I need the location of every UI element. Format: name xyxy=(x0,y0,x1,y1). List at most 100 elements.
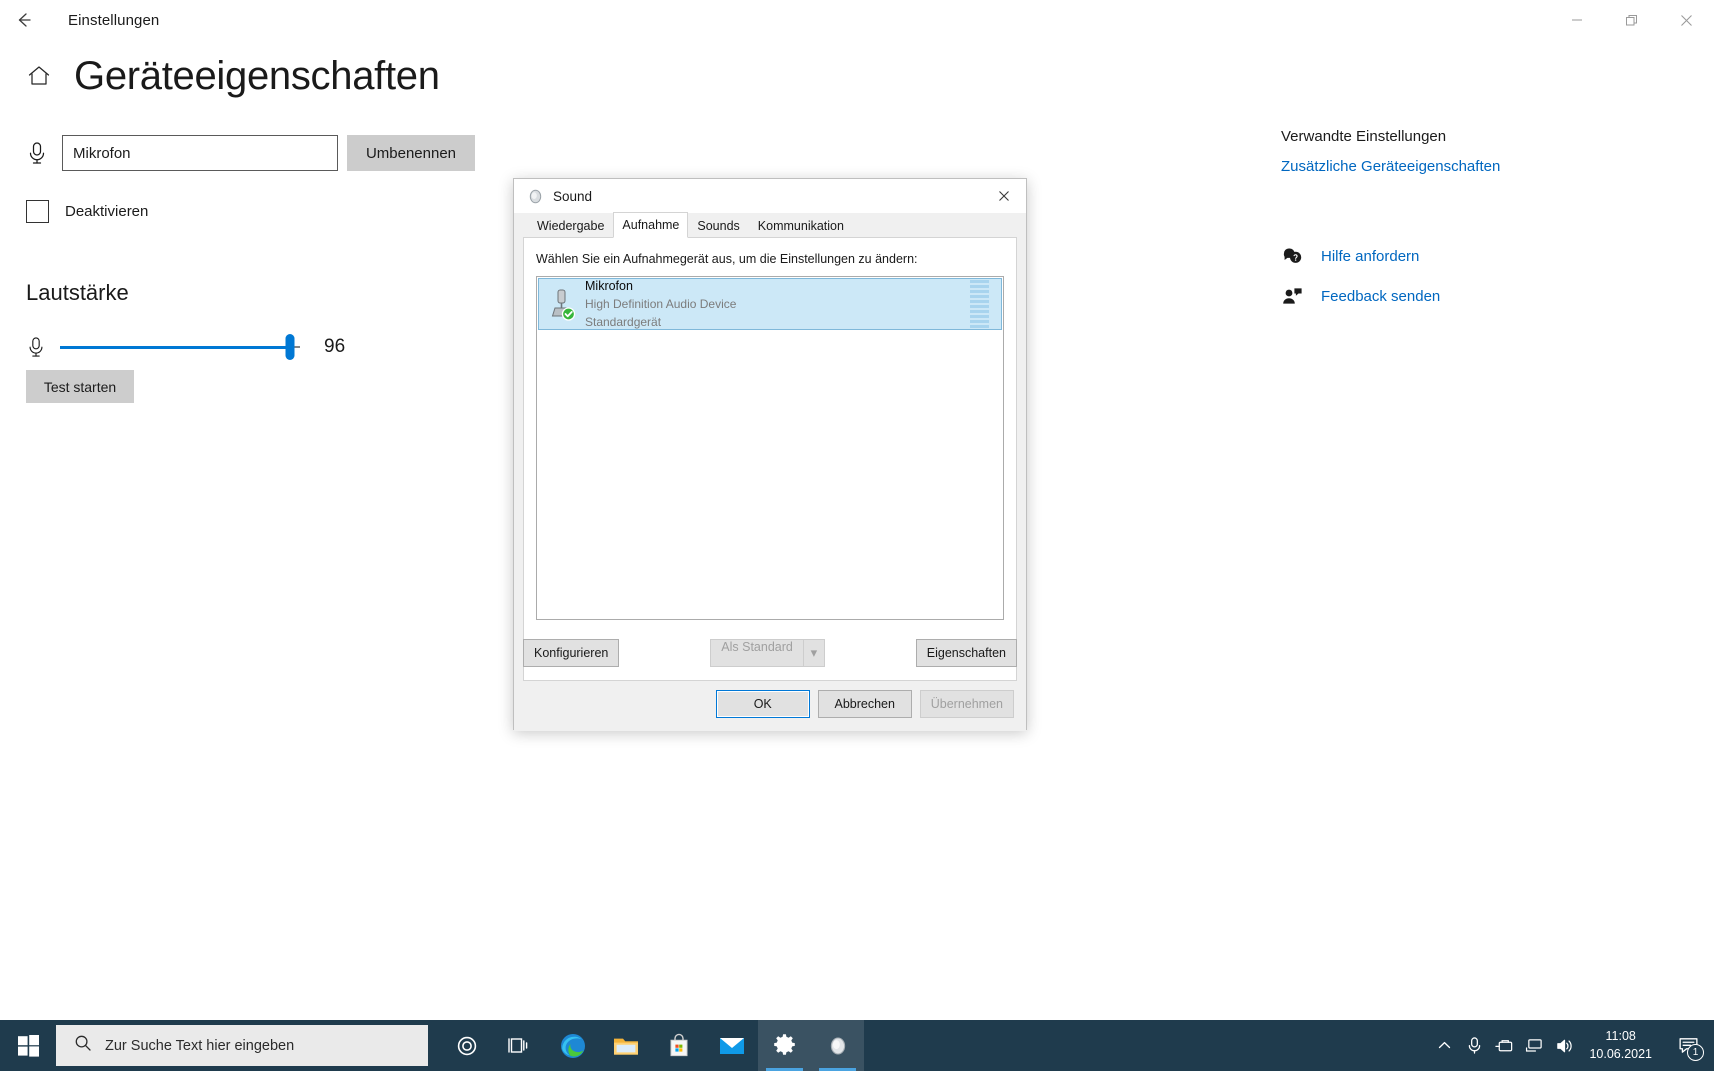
properties-button[interactable]: Eigenschaften xyxy=(916,639,1017,667)
taskbar-microsoft-store[interactable] xyxy=(652,1020,705,1071)
device-name-row: Umbenennen xyxy=(26,135,475,171)
sidebar-item-send-feedback[interactable]: Feedback senden xyxy=(1281,285,1681,307)
dialog-action-row: Konfigurieren Als Standard ▾ Eigenschaft… xyxy=(523,639,1017,667)
volume-slider-row: 96 xyxy=(26,330,345,364)
sidebar-support-group: Hilfe anfordern Feedback senden xyxy=(1281,245,1681,307)
set-default-button: Als Standard xyxy=(710,639,803,667)
sidebar-heading: Verwandte Einstellungen xyxy=(1281,128,1681,145)
volume-meter-segment xyxy=(970,325,989,328)
slider-fill xyxy=(60,346,290,349)
tab-kommunikation[interactable]: Kommunikation xyxy=(749,214,853,237)
disable-checkbox[interactable] xyxy=(26,200,49,223)
app-title: Einstellungen xyxy=(68,12,159,29)
system-tray: 11:08 10.06.2021 1 xyxy=(1429,1020,1714,1071)
close-button[interactable] xyxy=(1659,0,1714,40)
disable-label: Deaktivieren xyxy=(65,203,148,220)
search-placeholder: Zur Suche Text hier eingeben xyxy=(105,1038,294,1054)
search-icon xyxy=(74,1034,92,1057)
clock-date: 10.06.2021 xyxy=(1589,1046,1652,1064)
apply-button: Übernehmen xyxy=(920,690,1014,718)
dialog-title-bar: Sound xyxy=(514,179,1026,213)
removable-media-icon[interactable] xyxy=(1489,1020,1519,1071)
taskbar: Zur Suche Text hier eingeben xyxy=(0,1020,1714,1071)
recording-tab-panel: Wählen Sie ein Aufnahmegerät aus, um die… xyxy=(523,237,1017,681)
taskbar-cortana[interactable] xyxy=(440,1020,493,1071)
sidebar-item-label[interactable]: Hilfe anfordern xyxy=(1321,248,1419,265)
sound-speaker-icon xyxy=(527,188,544,205)
volume-meter-segment xyxy=(970,295,989,298)
device-driver: High Definition Audio Device xyxy=(585,297,736,311)
window-controls xyxy=(1549,0,1714,40)
volume-meter-segment xyxy=(970,280,989,283)
clock-time: 11:08 xyxy=(1606,1028,1636,1046)
start-test-button[interactable]: Test starten xyxy=(26,370,134,403)
recording-device-list[interactable]: Mikrofon High Definition Audio Device St… xyxy=(536,276,1004,620)
taskbar-file-explorer[interactable] xyxy=(599,1020,652,1071)
start-button[interactable] xyxy=(0,1020,56,1071)
dialog-body: Wiedergabe Aufnahme Sounds Kommunikation… xyxy=(514,213,1026,731)
search-input[interactable]: Zur Suche Text hier eingeben xyxy=(56,1025,428,1066)
device-text: Mikrofon High Definition Audio Device St… xyxy=(585,277,970,330)
dialog-tabs: Wiedergabe Aufnahme Sounds Kommunikation xyxy=(514,213,1026,237)
volume-slider[interactable] xyxy=(60,330,300,364)
microphone-icon xyxy=(26,335,60,359)
taskbar-microsoft-edge[interactable] xyxy=(546,1020,599,1071)
taskbar-apps xyxy=(440,1020,864,1071)
home-icon[interactable] xyxy=(26,63,52,89)
page-header: Geräteeigenschaften xyxy=(26,56,440,96)
volume-meter-segment xyxy=(970,310,989,313)
chevron-up-icon[interactable] xyxy=(1429,1020,1459,1071)
microphone-icon xyxy=(26,140,62,166)
feedback-person-icon xyxy=(1281,285,1303,307)
dialog-close-button[interactable] xyxy=(981,179,1026,213)
dialog-footer: OK Abbrechen Übernehmen xyxy=(514,677,1026,731)
configure-button[interactable]: Konfigurieren xyxy=(523,639,619,667)
speaker-icon[interactable] xyxy=(1549,1020,1579,1071)
volume-meter-segment xyxy=(970,315,989,318)
minimize-button[interactable] xyxy=(1549,0,1604,40)
microphone-icon[interactable] xyxy=(1459,1020,1489,1071)
notification-badge: 1 xyxy=(1687,1044,1704,1061)
additional-device-properties-link[interactable]: Zusätzliche Geräteeigenschaften xyxy=(1281,158,1681,175)
device-name-input[interactable] xyxy=(62,135,338,171)
page-title: Geräteeigenschaften xyxy=(74,56,440,96)
taskbar-sound-control-panel[interactable] xyxy=(811,1020,864,1071)
rename-button[interactable]: Umbenennen xyxy=(347,135,475,171)
device-status: Standardgerät xyxy=(585,315,661,329)
taskbar-settings[interactable] xyxy=(758,1020,811,1071)
help-chat-icon xyxy=(1281,245,1303,267)
chevron-down-icon: ▾ xyxy=(803,639,825,667)
related-settings-sidebar: Verwandte Einstellungen Zusätzliche Gerä… xyxy=(1281,128,1681,307)
sound-dialog: Sound Wiedergabe Aufnahme Sounds Kommuni… xyxy=(513,178,1027,730)
volume-heading: Lautstärke xyxy=(26,280,129,306)
notification-center-button[interactable]: 1 xyxy=(1666,1020,1710,1071)
volume-meter-segment xyxy=(970,305,989,308)
settings-title-bar: Einstellungen xyxy=(0,0,1714,40)
dialog-title: Sound xyxy=(553,189,592,204)
tab-sounds[interactable]: Sounds xyxy=(688,214,748,237)
back-button[interactable] xyxy=(0,0,46,40)
ok-button[interactable]: OK xyxy=(716,690,810,718)
microphone-device-icon xyxy=(545,284,579,324)
tab-aufnahme[interactable]: Aufnahme xyxy=(613,212,688,238)
slider-thumb[interactable] xyxy=(286,334,295,360)
cancel-button[interactable]: Abbrechen xyxy=(818,690,912,718)
taskbar-task-view[interactable] xyxy=(493,1020,546,1071)
panel-instruction: Wählen Sie ein Aufnahmegerät aus, um die… xyxy=(536,252,1004,266)
volume-value: 96 xyxy=(324,336,345,358)
tab-wiedergabe[interactable]: Wiedergabe xyxy=(528,214,613,237)
volume-meter-segment xyxy=(970,320,989,323)
taskbar-mail[interactable] xyxy=(705,1020,758,1071)
volume-meter-segment xyxy=(970,290,989,293)
volume-meter xyxy=(970,280,989,328)
volume-meter-segment xyxy=(970,300,989,303)
maximize-restore-button[interactable] xyxy=(1604,0,1659,40)
taskbar-clock[interactable]: 11:08 10.06.2021 xyxy=(1579,1028,1666,1064)
device-name: Mikrofon xyxy=(585,279,633,293)
network-icon[interactable] xyxy=(1519,1020,1549,1071)
set-default-split-button: Als Standard ▾ xyxy=(710,639,825,667)
sidebar-item-label[interactable]: Feedback senden xyxy=(1321,288,1440,305)
disable-device-row[interactable]: Deaktivieren xyxy=(26,200,148,223)
sidebar-item-get-help[interactable]: Hilfe anfordern xyxy=(1281,245,1681,267)
list-item[interactable]: Mikrofon High Definition Audio Device St… xyxy=(538,278,1002,330)
